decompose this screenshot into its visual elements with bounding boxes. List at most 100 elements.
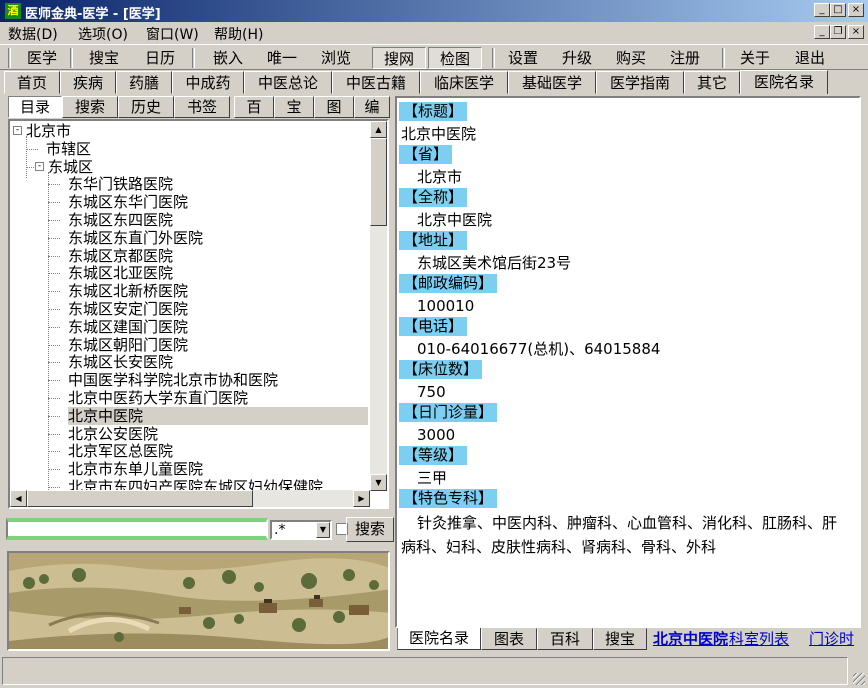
tree-item[interactable]: 东城区建国门医院 [68, 318, 188, 336]
tree-item[interactable]: 东城区东四医院 [68, 211, 173, 229]
clinic-hours-link[interactable]: 门诊时 [809, 629, 854, 649]
tab-image[interactable]: 图 [314, 96, 354, 118]
tree-item[interactable]: 东城区朝阳门医院 [68, 336, 188, 354]
tree-collapse-icon[interactable]: - [35, 161, 44, 171]
tree-item[interactable]: 东城区东华门医院 [68, 193, 188, 211]
scroll-thumb[interactable] [370, 138, 387, 226]
toolbar-search-image-button[interactable]: 检图 [428, 47, 482, 69]
scroll-left-icon[interactable]: ◀ [10, 490, 27, 507]
tree-item[interactable]: 中国医学科学院北京市协和医院 [68, 371, 278, 389]
tree-item[interactable]: 北京中医药大学东直门医院 [68, 389, 248, 407]
tree-item[interactable]: 北京市东单儿童医院 [68, 460, 203, 478]
scroll-up-icon[interactable]: ▲ [370, 121, 387, 138]
tab-medical-guide[interactable]: 医学指南 [596, 71, 684, 94]
field-label: 【电话】 [399, 317, 468, 336]
mdi-minimize-button[interactable]: _ [814, 25, 830, 39]
field-value: 北京中医院 [417, 211, 493, 229]
toolbar-search-treasure-button[interactable]: 搜宝 [80, 47, 128, 69]
tree-item[interactable]: 市辖区 [46, 140, 91, 158]
tab-tcm-classics[interactable]: 中医古籍 [332, 71, 420, 94]
tree-item[interactable]: 东城区东直门外医院 [68, 229, 203, 247]
tree-connector [48, 309, 60, 310]
field-label: 【地址】 [399, 231, 468, 250]
toolbar-unique-button[interactable]: 唯一 [258, 47, 306, 69]
tab-search-treasure-bottom[interactable]: 搜宝 [593, 628, 647, 650]
close-button[interactable]: × [848, 3, 864, 17]
tab-basic-medicine[interactable]: 基础医学 [508, 71, 596, 94]
field-label: 【床位数】 [399, 360, 483, 379]
tree-item[interactable]: 东城区安定门医院 [68, 300, 188, 318]
tree-item[interactable]: 北京市 [26, 122, 71, 140]
field-label: 【全称】 [399, 188, 468, 207]
tree-item[interactable]: 北京中医院 [68, 406, 368, 425]
toolbar-calendar-button[interactable]: 日历 [136, 47, 184, 69]
tab-history[interactable]: 历史 [118, 96, 174, 118]
app-icon[interactable]: 酒 [5, 3, 21, 19]
hospital-link[interactable]: 北京中医院 [653, 629, 728, 649]
tab-chart[interactable]: 图表 [481, 628, 537, 650]
menu-window[interactable]: 窗口(W) [146, 24, 199, 44]
mdi-close-button[interactable]: × [848, 25, 864, 39]
tab-bookmarks[interactable]: 书签 [174, 96, 230, 118]
chevron-down-icon[interactable]: ▼ [316, 522, 330, 538]
tree-item[interactable]: 东城区 [48, 158, 93, 176]
tab-encyclopedia[interactable]: 百 [234, 96, 274, 118]
resize-grip-icon[interactable] [853, 673, 865, 685]
tab-medicinal-diet[interactable]: 药膳 [116, 71, 172, 94]
tab-other[interactable]: 其它 [684, 71, 740, 94]
menu-data[interactable]: 数据(D) [8, 24, 58, 44]
tree-horizontal-scrollbar[interactable]: ◀ ▶ [10, 490, 370, 507]
search-input[interactable] [6, 518, 268, 540]
tree-connector [48, 415, 60, 417]
department-list-link[interactable]: 科室列表 [729, 629, 789, 649]
tab-catalog[interactable]: 目录 [8, 96, 62, 118]
toolbar-browse-button[interactable]: 浏览 [312, 47, 360, 69]
tree-item[interactable]: 东城区北亚医院 [68, 264, 173, 282]
tree-collapse-icon[interactable]: - [13, 126, 22, 135]
tab-treasure[interactable]: 宝 [274, 96, 314, 118]
tree-item[interactable]: 北京公安医院 [68, 425, 158, 443]
scroll-down-icon[interactable]: ▼ [370, 474, 387, 491]
toolbar-about-button[interactable]: 关于 [732, 47, 778, 69]
tab-clinical-medicine[interactable]: 临床医学 [420, 71, 508, 94]
toolbar-exit-button[interactable]: 退出 [786, 47, 834, 69]
tab-encyclopedia-bottom[interactable]: 百科 [537, 628, 593, 650]
menu-options[interactable]: 选项(O) [78, 24, 128, 44]
mdi-restore-button[interactable]: ❐ [830, 25, 846, 39]
toolbar-embed-button[interactable]: 嵌入 [204, 47, 252, 69]
tree-connector [48, 398, 60, 399]
tab-search[interactable]: 搜索 [62, 96, 118, 118]
tree-connector [48, 380, 60, 382]
toolbar-register-button[interactable]: 注册 [662, 47, 708, 69]
minimize-button[interactable]: _ [814, 3, 830, 17]
scroll-right-icon[interactable]: ▶ [353, 490, 370, 507]
tab-hospital-directory-bottom[interactable]: 医院名录 [397, 628, 481, 650]
tab-tcm-general[interactable]: 中医总论 [244, 71, 332, 94]
tree-item[interactable]: 东城区京都医院 [68, 247, 173, 265]
field-value: 100010 [417, 297, 475, 315]
tab-disease[interactable]: 疾病 [60, 71, 116, 94]
tree-item[interactable]: 东城区北新桥医院 [68, 282, 188, 300]
tab-home[interactable]: 首页 [4, 71, 60, 94]
toolbar-buy-button[interactable]: 购买 [608, 47, 654, 69]
scroll-thumb[interactable] [27, 490, 253, 507]
toolbar-settings-button[interactable]: 设置 [500, 47, 546, 69]
region-tree[interactable]: - 北京市 市辖区 - 东城区 东华门铁路医院 东城区东华门医院 东城区东四医院 东城区东直门外… [8, 119, 389, 509]
bottom-tab-bar: 医院名录 图表 百科 搜宝 北京中医院 科室列表 门诊时 [395, 628, 865, 650]
regex-select[interactable]: .* ▼ [270, 520, 332, 540]
tab-patent-medicine[interactable]: 中成药 [172, 71, 244, 94]
search-button[interactable]: 搜索 [346, 517, 394, 542]
toolbar-medicine-button[interactable]: 医学 [18, 47, 66, 69]
tree-vertical-scrollbar[interactable]: ▲ ▼ [370, 121, 387, 491]
hospital-title: 北京中医院 [401, 125, 477, 143]
toolbar-upgrade-button[interactable]: 升级 [554, 47, 600, 69]
tab-edit[interactable]: 编 [354, 96, 390, 118]
tab-hospital-directory[interactable]: 医院名录 [740, 70, 828, 94]
maximize-button[interactable]: □ [830, 3, 846, 17]
tree-item[interactable]: 东城区长安医院 [68, 353, 173, 371]
tree-item[interactable]: 北京军区总医院 [68, 442, 173, 460]
title-bar: 酒 医师金典-医学 - [医学] _ □ × [0, 0, 868, 22]
toolbar-search-web-button[interactable]: 搜网 [372, 47, 426, 69]
menu-help[interactable]: 帮助(H) [214, 24, 263, 44]
tree-item[interactable]: 东华门铁路医院 [68, 175, 173, 193]
